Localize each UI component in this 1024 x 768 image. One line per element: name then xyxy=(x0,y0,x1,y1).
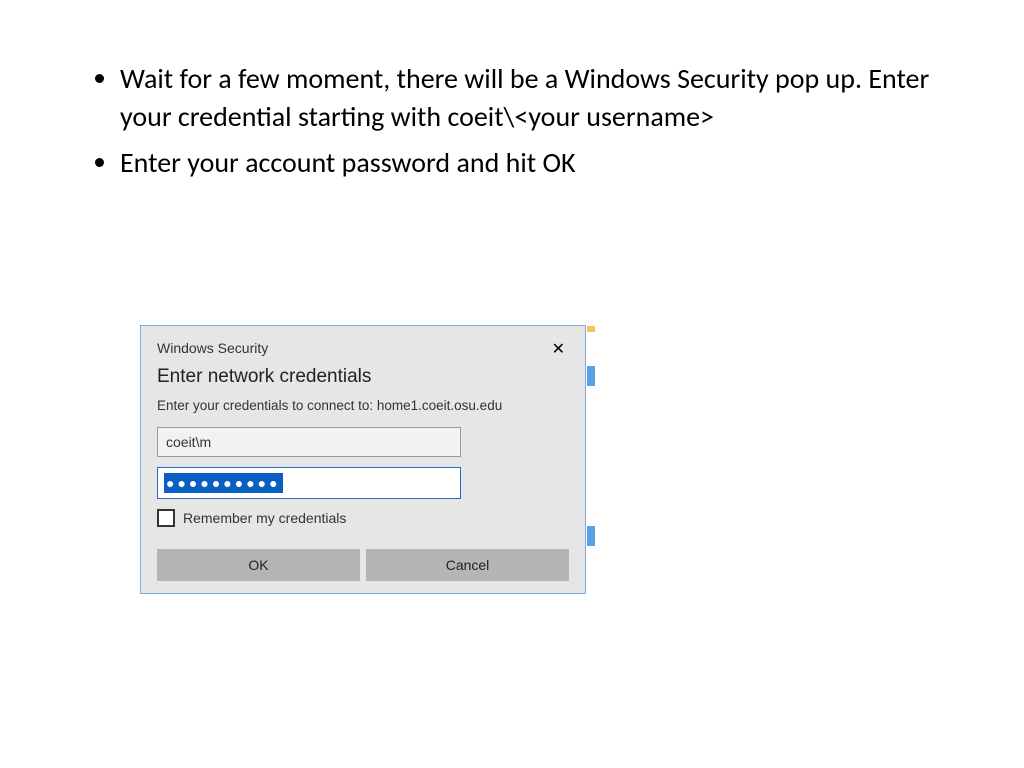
password-input[interactable]: ●●●●●●●●●● xyxy=(157,467,461,499)
remember-label: Remember my credentials xyxy=(183,510,346,526)
dialog-subtitle: Enter network credentials xyxy=(157,366,569,388)
instruction-item: Wait for a few moment, there will be a W… xyxy=(120,60,944,136)
cancel-button[interactable]: Cancel xyxy=(366,549,569,581)
ok-button[interactable]: OK xyxy=(157,549,360,581)
instruction-list: Wait for a few moment, there will be a W… xyxy=(80,60,944,181)
instruction-item: Enter your account password and hit OK xyxy=(120,144,944,182)
password-masked-selection: ●●●●●●●●●● xyxy=(164,473,283,493)
username-input[interactable] xyxy=(157,427,461,457)
slide: Wait for a few moment, there will be a W… xyxy=(0,0,1024,768)
username-field-block xyxy=(157,427,569,457)
password-field-block: ●●●●●●●●●● xyxy=(157,467,569,499)
background-window-sliver xyxy=(587,326,595,593)
dialog-header: Windows Security ✕ xyxy=(157,340,569,360)
dialog-button-row: OK Cancel xyxy=(157,549,569,581)
dialog-app-title: Windows Security xyxy=(157,340,268,356)
dialog-screenshot: Windows Security ✕ Enter network credent… xyxy=(140,325,598,594)
windows-security-dialog: Windows Security ✕ Enter network credent… xyxy=(140,325,586,594)
remember-row: Remember my credentials xyxy=(157,509,569,527)
remember-checkbox[interactable] xyxy=(157,509,175,527)
dialog-instruction: Enter your credentials to connect to: ho… xyxy=(157,398,569,413)
close-icon[interactable]: ✕ xyxy=(548,340,569,360)
